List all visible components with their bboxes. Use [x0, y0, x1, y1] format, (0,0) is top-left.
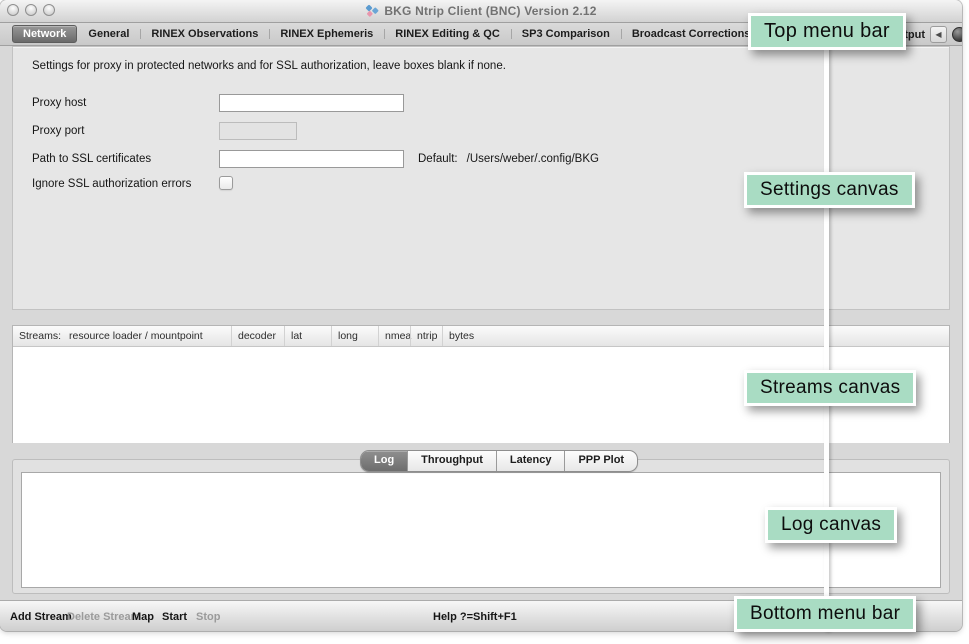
tab-rinex-ephemeris[interactable]: RINEX Ephemeris [269, 25, 384, 43]
ssl-path-input[interactable] [219, 150, 404, 168]
left-triangle-icon: ◀ [935, 30, 941, 39]
stop-button: Stop [196, 601, 220, 631]
proxy-host-input[interactable] [219, 94, 404, 112]
default-path: /Users/weber/.config/BKG [467, 153, 599, 165]
settings-description: Settings for proxy in protected networks… [32, 60, 506, 72]
tab-sp3-comparison[interactable]: SP3 Comparison [511, 25, 621, 43]
tab-broadcast-corrections[interactable]: Broadcast Corrections [621, 25, 762, 43]
tab-latency[interactable]: Latency [496, 451, 565, 471]
log-tab-bar: Log Throughput Latency PPP Plot [360, 450, 638, 472]
column-ntrip: ntrip [410, 326, 442, 346]
column-nmea: nmea [378, 326, 410, 346]
annotation-log-canvas: Log canvas [765, 507, 897, 543]
proxy-port-label: Proxy port [32, 122, 84, 140]
tab-rinex-editing-qc[interactable]: RINEX Editing & QC [384, 25, 511, 43]
column-mountpoint: Streams: resource loader / mountpoint [13, 326, 231, 346]
default-label: Default: [418, 153, 458, 165]
tab-scroll-right-button[interactable] [952, 27, 962, 42]
annotation-bottom-menu-bar: Bottom menu bar [734, 596, 916, 632]
streams-header: Streams: resource loader / mountpoint de… [13, 326, 949, 347]
proxy-port-input [219, 122, 297, 140]
column-bytes: bytes [442, 326, 949, 346]
annotation-streams-canvas: Streams canvas [744, 370, 916, 406]
tab-rinex-observations[interactable]: RINEX Observations [140, 25, 269, 43]
tab-log[interactable]: Log [361, 451, 407, 471]
map-button[interactable]: Map [132, 601, 154, 631]
annotation-top-menu-bar: Top menu bar [748, 13, 906, 50]
add-stream-button[interactable]: Add Stream [10, 601, 72, 631]
tab-scroll-left-button[interactable]: ◀ [930, 26, 947, 43]
streams-label: Streams: [19, 330, 61, 342]
annotation-settings-canvas: Settings canvas [744, 172, 915, 208]
ssl-path-label: Path to SSL certificates [32, 150, 151, 168]
ignore-ssl-label: Ignore SSL authorization errors [32, 175, 191, 193]
ignore-ssl-checkbox[interactable] [219, 176, 233, 190]
bnc-app-icon [365, 4, 379, 18]
column-decoder: decoder [231, 326, 284, 346]
proxy-host-label: Proxy host [32, 94, 86, 112]
column-mountpoint-label: resource loader / mountpoint [69, 330, 203, 342]
tab-ppp-plot[interactable]: PPP Plot [564, 451, 637, 471]
tab-throughput[interactable]: Throughput [407, 451, 496, 471]
delete-stream-button: Delete Stream [67, 601, 140, 631]
ssl-default-hint: Default: /Users/weber/.config/BKG [418, 150, 599, 168]
column-lat: lat [284, 326, 331, 346]
tab-network[interactable]: Network [12, 25, 77, 43]
tab-partial-output[interactable]: tput [904, 29, 925, 41]
tab-general[interactable]: General [77, 25, 140, 43]
column-long: long [331, 326, 378, 346]
start-button[interactable]: Start [162, 601, 187, 631]
window-title: BKG Ntrip Client (BNC) Version 2.12 [384, 4, 596, 18]
help-shortcut-text: Help ?=Shift+F1 [433, 601, 517, 631]
